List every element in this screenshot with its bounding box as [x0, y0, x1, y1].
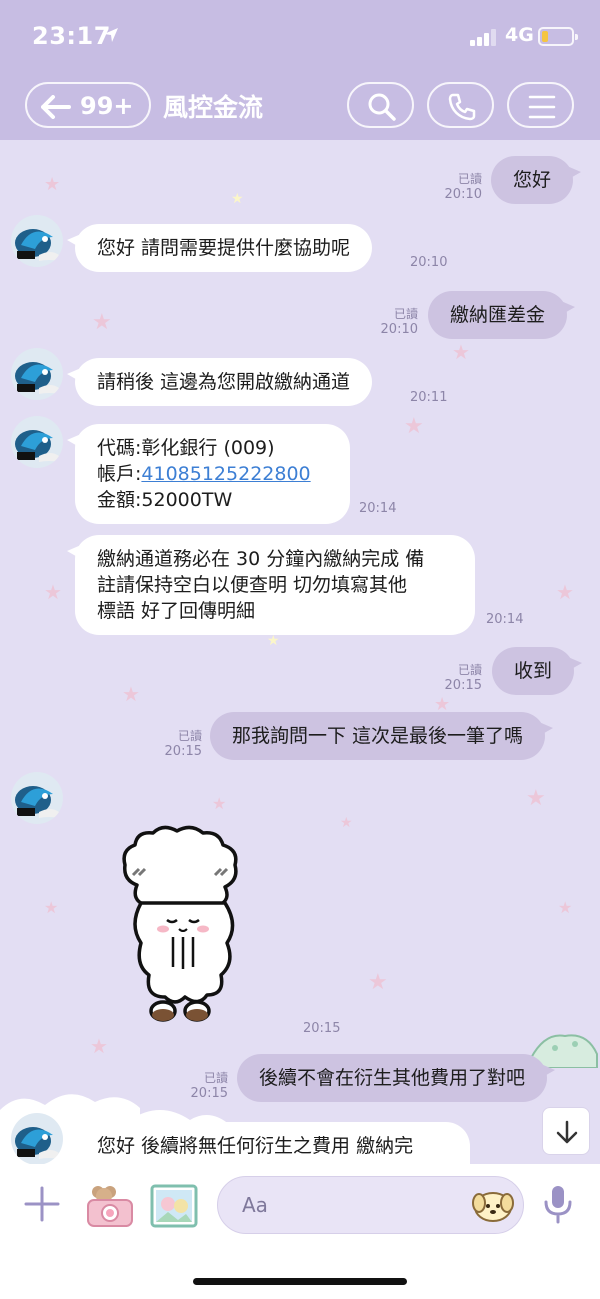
avatar-image — [11, 215, 63, 267]
avatar-image — [11, 348, 63, 400]
incoming-message[interactable]: 您好 後續將無任何衍生之費用 繳納完 — [67, 1122, 470, 1164]
chat-header: 23:17 4G 99+ 風控金流 — [0, 0, 600, 140]
avatar[interactable] — [11, 1113, 63, 1164]
star-decoration: ★ — [44, 580, 62, 604]
star-decoration: ★ — [556, 580, 574, 604]
account-number-link[interactable]: 41085125222800 — [141, 463, 310, 485]
star-decoration: ★ — [92, 310, 112, 335]
outgoing-message[interactable]: 繳納匯差金 — [428, 291, 576, 339]
signal-icon — [470, 28, 498, 46]
star-decoration: ★ — [452, 340, 470, 364]
avatar[interactable] — [11, 772, 63, 824]
star-decoration: ★ — [368, 970, 388, 995]
hamburger-menu-icon — [528, 95, 556, 119]
incoming-message[interactable]: 請稍後 這邊為您開啟繳納通道 — [66, 358, 373, 406]
back-button[interactable]: 99+ — [25, 82, 151, 128]
phone-icon — [448, 93, 476, 121]
status-bar: 23:17 4G — [0, 0, 600, 70]
search-icon — [368, 93, 396, 121]
account-line: 帳戶:41085125222800 — [97, 463, 311, 485]
avatar[interactable] — [11, 416, 63, 468]
message-time: 20:14 — [486, 612, 524, 627]
star-decoration: ★ — [90, 1034, 108, 1058]
image-icon[interactable] — [150, 1184, 198, 1228]
call-button[interactable] — [427, 82, 494, 128]
star-decoration: ★ — [526, 786, 546, 811]
incoming-message[interactable]: 繳納通道務必在 30 分鐘內繳納完成 備 註請保持空白以便查明 切勿填寫其他 標… — [67, 535, 475, 635]
star-decoration: ★ — [44, 898, 59, 917]
message-meta: 已讀 20:10 — [444, 172, 482, 202]
star-decoration: ★ — [267, 633, 280, 649]
star-decoration: ★ — [404, 414, 424, 439]
star-decoration: ★ — [340, 815, 353, 831]
back-arrow-icon — [41, 95, 71, 119]
outgoing-message[interactable]: 收到 — [492, 647, 583, 695]
chat-area[interactable]: ★ ★ ★ ★ ★ ★ ★ ★ ★ ★ ★ ★ ★ ★ ★ ★ ★ 已讀 20:… — [0, 140, 600, 1164]
star-decoration: ★ — [44, 174, 61, 195]
message-meta: 已讀 20:15 — [190, 1071, 228, 1101]
outgoing-message[interactable]: 您好 — [491, 156, 582, 204]
message-input[interactable]: Aa — [217, 1176, 524, 1234]
amount-line: 金額:52000TW — [97, 489, 233, 511]
outgoing-message[interactable]: 那我詢問一下 這次是最後一筆了嗎 — [210, 712, 554, 760]
incoming-message[interactable]: 您好 請問需要提供什麼協助呢 — [66, 224, 373, 272]
avatar[interactable] — [11, 348, 63, 400]
outgoing-message[interactable]: 後續不會在衍生其他費用了對吧 — [237, 1054, 556, 1102]
message-meta: 已讀 20:15 — [444, 663, 482, 693]
message-time: 20:14 — [359, 501, 397, 516]
search-button[interactable] — [347, 82, 414, 128]
status-time: 23:17 — [32, 22, 111, 50]
home-indicator — [193, 1278, 407, 1285]
scroll-to-bottom-button[interactable] — [542, 1107, 590, 1155]
bowing-sheep-sticker[interactable] — [115, 825, 255, 1030]
message-time: 20:15 — [303, 1021, 341, 1036]
nav-bar: 99+ 風控金流 — [0, 80, 600, 132]
message-meta: 已讀 20:15 — [164, 729, 202, 759]
plus-icon[interactable] — [24, 1186, 60, 1222]
message-meta: 已讀 20:10 — [380, 307, 418, 337]
chat-title: 風控金流 — [163, 93, 264, 122]
incoming-message-bank-info[interactable]: 代碼:彰化銀行 (009) 帳戶:41085125222800 金額:52000… — [67, 424, 350, 524]
input-bar: Aa — [0, 1164, 600, 1299]
star-decoration: ★ — [231, 191, 244, 207]
menu-button[interactable] — [507, 82, 574, 128]
message-time: 20:11 — [410, 390, 448, 405]
network-type: 4G — [505, 24, 534, 46]
star-decoration: ★ — [122, 682, 140, 706]
message-time: 20:10 — [410, 255, 448, 270]
message-input-placeholder: Aa — [242, 1193, 268, 1217]
arrow-down-icon — [556, 1120, 578, 1144]
avatar[interactable] — [11, 215, 63, 267]
bank-code-line: 代碼:彰化銀行 (009) — [97, 437, 275, 459]
avatar-image — [11, 1113, 63, 1164]
star-decoration: ★ — [558, 898, 573, 917]
avatar-image — [11, 416, 63, 468]
unread-count: 99+ — [80, 92, 134, 120]
sticker-emoji-icon[interactable] — [471, 1185, 515, 1225]
camera-icon[interactable] — [84, 1182, 136, 1230]
battery-icon — [538, 27, 578, 46]
location-arrow-icon — [104, 28, 118, 42]
star-decoration: ★ — [212, 794, 227, 813]
avatar-image — [11, 772, 63, 824]
microphone-icon[interactable] — [540, 1184, 576, 1224]
